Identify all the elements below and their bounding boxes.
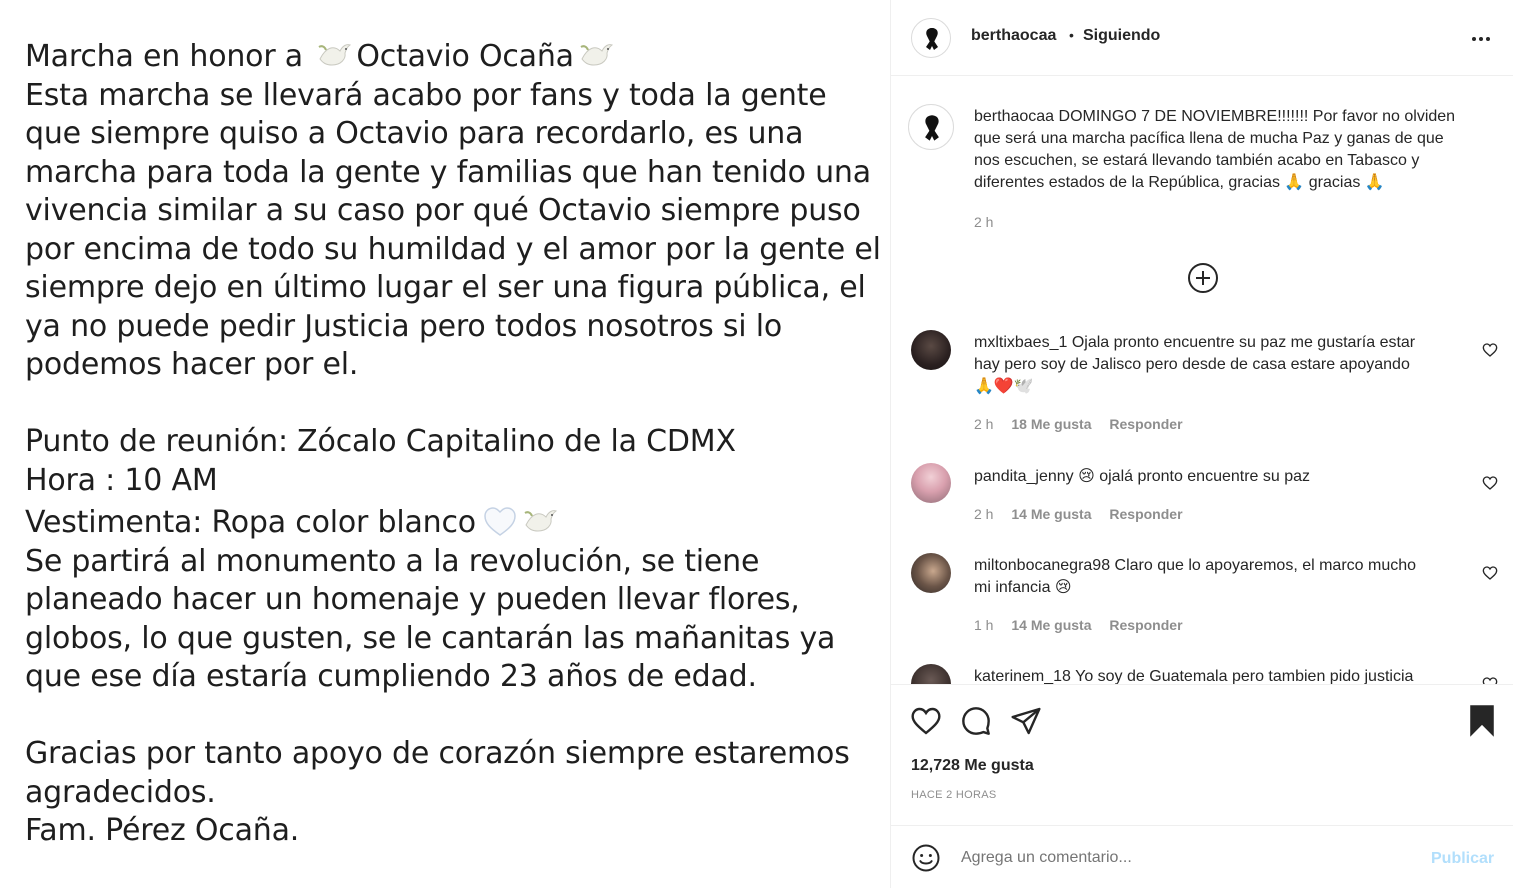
- comment-likes[interactable]: 18 Me gusta: [1011, 416, 1091, 432]
- image-title-prefix: Marcha en honor a: [25, 39, 313, 74]
- image-hour: Hora : 10 AM: [25, 462, 218, 498]
- comment-meta: 2 h 18 Me gusta Responder: [974, 416, 1197, 432]
- image-line: vivencia similar a su caso por qué Octav…: [25, 193, 861, 228]
- black-ribbon-icon: [925, 115, 939, 141]
- commenter-username[interactable]: pandita_jenny: [974, 468, 1074, 485]
- image-dress-text: Vestimenta: Ropa color blanco: [25, 505, 476, 540]
- heart-icon[interactable]: [1482, 342, 1498, 358]
- image-line: siempre dejo en último lugar el ser una …: [25, 270, 866, 305]
- comment-time: 1 h: [974, 617, 994, 633]
- image-line: que ese día estaría cumpliendo 23 años d…: [25, 659, 757, 694]
- commenter-username[interactable]: katerinem_18: [974, 668, 1071, 684]
- post-image: Marcha en honor a Octavio Ocaña Esta mar…: [0, 0, 890, 888]
- image-title-name: Octavio Ocaña: [356, 39, 574, 74]
- add-comment-bar: Publicar: [891, 826, 1513, 888]
- comment-line: Yo soy de Guatemala pero tambien pido ju…: [1075, 668, 1414, 685]
- image-line: planeado hacer un homenaje y pueden llev…: [25, 582, 800, 617]
- commenter-avatar[interactable]: [911, 463, 951, 503]
- publish-button[interactable]: Publicar: [1431, 850, 1494, 868]
- heart-icon[interactable]: [1482, 676, 1498, 685]
- commenter-username[interactable]: mxltixbaes_1: [974, 334, 1067, 351]
- reply-button[interactable]: Responder: [1109, 506, 1182, 522]
- comment-likes[interactable]: 14 Me gusta: [1011, 617, 1091, 633]
- comment-emojis: 🙏❤️🕊️: [974, 378, 1034, 395]
- commenter-avatar[interactable]: [911, 330, 951, 370]
- heart-icon[interactable]: [1482, 475, 1498, 491]
- comment-input[interactable]: [961, 844, 1411, 872]
- reply-button[interactable]: Responder: [1109, 416, 1182, 432]
- comment-icon[interactable]: [960, 705, 992, 737]
- comment-text: pandita_jenny 😢 ojalá pronto encuentre s…: [974, 466, 1464, 488]
- commenter-avatar[interactable]: [911, 553, 951, 593]
- comment-meta: 2 h 14 Me gusta Responder: [974, 506, 1197, 522]
- image-meeting-point: Punto de reunión: Zócalo Capitalino de l…: [25, 424, 736, 459]
- image-line: podemos hacer por el.: [25, 347, 359, 382]
- caption-line: DOMINGO 7 DE NOVIEMBRE!!!!!!! Por favor …: [1058, 108, 1456, 125]
- black-ribbon-icon: [926, 28, 938, 50]
- caption-avatar[interactable]: [908, 104, 954, 150]
- author-username[interactable]: berthaocaa: [971, 27, 1056, 45]
- dove-icon: [524, 510, 558, 532]
- reply-button[interactable]: Responder: [1109, 617, 1182, 633]
- image-signature: Fam. Pérez Ocaña.: [25, 813, 300, 848]
- smiley-icon[interactable]: [911, 843, 941, 873]
- following-button[interactable]: Siguiendo: [1083, 27, 1160, 45]
- caption-line: nos escuchen, se estará llevando también…: [974, 152, 1420, 169]
- comment-line: Claro que lo apoyaremos, el marco mucho: [1114, 557, 1417, 574]
- comments-list[interactable]: berthaocaa DOMINGO 7 DE NOVIEMBRE!!!!!!!…: [891, 77, 1513, 685]
- image-dress-code: Vestimenta: Ropa color blanco: [25, 504, 875, 543]
- share-icon[interactable]: [1010, 705, 1042, 737]
- image-title: Marcha en honor a Octavio Ocaña: [25, 38, 875, 77]
- image-line: Se partirá al monumento a la revolución,…: [25, 543, 760, 579]
- post-timestamp: HACE 2 HORAS: [911, 789, 997, 801]
- comment-text: mxltixbaes_1 Ojala pronto encuentre su p…: [974, 332, 1464, 398]
- header-separator: •: [1069, 27, 1074, 43]
- plus-circle-icon[interactable]: [1187, 262, 1219, 294]
- author-avatar[interactable]: [911, 18, 951, 58]
- caption-line: diferentes estados de la República, grac…: [974, 174, 1385, 191]
- image-line: Esta marcha se llevará acabo por fans y …: [25, 77, 827, 113]
- commenter-avatar[interactable]: [911, 664, 951, 684]
- image-line: por encima de todo su humildad y el amor…: [25, 231, 881, 267]
- post-actions: 12,728 Me gusta HACE 2 HORAS: [891, 686, 1513, 826]
- comment-meta: 1 h 14 Me gusta Responder: [974, 617, 1197, 633]
- caption-time: 2 h: [974, 214, 994, 230]
- heart-icon[interactable]: [1482, 565, 1498, 581]
- comment-text: miltonbocanegra98 Claro que lo apoyaremo…: [974, 555, 1464, 599]
- bookmark-icon[interactable]: [1466, 704, 1498, 738]
- post-header: berthaocaa • Siguiendo: [891, 0, 1513, 76]
- caption-text: berthaocaa DOMINGO 7 DE NOVIEMBRE!!!!!!!…: [974, 106, 1494, 194]
- image-text: Marcha en honor a Octavio Ocaña Esta mar…: [25, 38, 881, 851]
- white-heart-icon: [484, 507, 516, 536]
- dove-icon: [580, 44, 613, 66]
- image-line: globos, lo que gusten, se le cantarán la…: [25, 620, 836, 656]
- comment-line: hay pero soy de Jalisco pero desde de ca…: [974, 356, 1410, 373]
- comment-time: 2 h: [974, 416, 994, 432]
- commenter-username[interactable]: miltonbocanegra98: [974, 557, 1110, 574]
- caption-username[interactable]: berthaocaa: [974, 108, 1054, 125]
- comment-time: 2 h: [974, 506, 994, 522]
- comment-line: 😢 ojalá pronto encuentre su paz: [1078, 468, 1311, 485]
- image-line: agradecidos.: [25, 774, 216, 810]
- post-side-panel: berthaocaa • Siguiendo berthaocaa DOMING…: [890, 0, 1513, 888]
- more-horizontal-icon[interactable]: [1470, 28, 1492, 50]
- image-line: Gracias por tanto apoyo de corazón siemp…: [25, 736, 850, 771]
- comment-line: Ojala pronto encuentre su paz me gustarí…: [1071, 334, 1416, 351]
- caption-line: que será una marcha pacífica llena de mu…: [974, 130, 1444, 147]
- image-line: ya no puede pedir Justicia pero todos no…: [25, 308, 783, 344]
- likes-count[interactable]: 12,728 Me gusta: [911, 757, 1034, 775]
- comment-likes[interactable]: 14 Me gusta: [1011, 506, 1091, 522]
- comment-text: katerinem_18 Yo soy de Guatemala pero ta…: [974, 666, 1464, 685]
- image-line: marcha para toda la gente y familias que…: [25, 154, 871, 190]
- comment-line: mi infancia 😢: [974, 579, 1072, 596]
- dove-icon: [318, 44, 352, 66]
- heart-icon[interactable]: [910, 705, 942, 737]
- image-line: que siempre quiso a Octavio para recorda…: [25, 116, 804, 151]
